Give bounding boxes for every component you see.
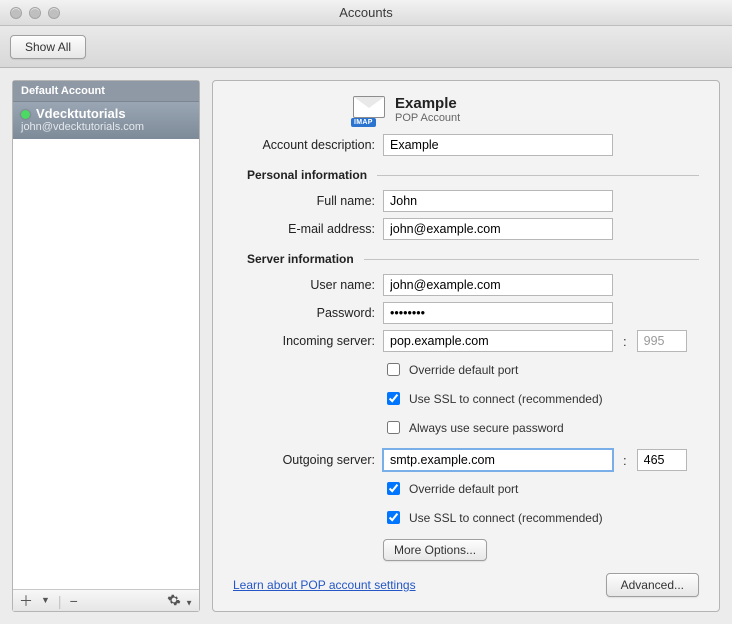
outgoing-port-separator: : [619, 453, 631, 468]
section-personal-info-label: Personal information [247, 168, 377, 182]
window-controls [0, 7, 60, 19]
section-server-info: Server information [247, 252, 699, 266]
chevron-down-icon: ▼ [185, 598, 193, 607]
panel-subtitle: POP Account [395, 112, 460, 124]
advanced-button[interactable]: Advanced... [606, 573, 699, 597]
label-incoming-server: Incoming server: [233, 334, 383, 348]
toolbar: Show All [0, 26, 732, 68]
sidebar-section-header: Default Account [13, 81, 199, 102]
incoming-secure-password-checkbox[interactable] [387, 421, 400, 434]
label-email-address: E-mail address: [233, 222, 383, 236]
panel-header: IMAP Example POP Account [353, 95, 699, 124]
label-account-description: Account description: [233, 138, 383, 152]
label-password: Password: [233, 306, 383, 320]
zoom-window-button[interactable] [48, 7, 60, 19]
outgoing-override-port-checkbox[interactable] [387, 482, 400, 495]
sidebar-account-item[interactable]: Vdecktutorials john@vdecktutorials.com [13, 102, 199, 139]
outgoing-use-ssl-checkbox[interactable] [387, 511, 400, 524]
close-window-button[interactable] [10, 7, 22, 19]
account-menu-dropdown[interactable]: ▼ [41, 596, 50, 605]
incoming-use-ssl-label: Use SSL to connect (recommended) [409, 392, 603, 406]
label-full-name: Full name: [233, 194, 383, 208]
incoming-server-input[interactable] [383, 330, 613, 352]
panel-title: Example [395, 95, 460, 112]
full-name-input[interactable] [383, 190, 613, 212]
show-all-button[interactable]: Show All [10, 35, 86, 59]
account-settings-panel: IMAP Example POP Account Account descrip… [212, 80, 720, 612]
incoming-override-port-label: Override default port [409, 363, 518, 377]
label-user-name: User name: [233, 278, 383, 292]
learn-about-pop-link[interactable]: Learn about POP account settings [233, 578, 416, 592]
remove-account-button[interactable]: − [70, 594, 78, 608]
content-area: Default Account Vdecktutorials john@vdec… [0, 68, 732, 624]
user-name-input[interactable] [383, 274, 613, 296]
incoming-use-ssl-checkbox[interactable] [387, 392, 400, 405]
password-input[interactable] [383, 302, 613, 324]
window-title: Accounts [0, 5, 732, 20]
accounts-sidebar: Default Account Vdecktutorials john@vdec… [12, 80, 200, 612]
label-outgoing-server: Outgoing server: [233, 453, 383, 467]
incoming-port-separator: : [619, 334, 631, 349]
outgoing-use-ssl-label: Use SSL to connect (recommended) [409, 511, 603, 525]
section-personal-info: Personal information [247, 168, 699, 182]
email-address-input[interactable] [383, 218, 613, 240]
gear-icon [167, 593, 181, 607]
outgoing-server-input[interactable] [383, 449, 613, 471]
section-server-info-label: Server information [247, 252, 364, 266]
more-options-button[interactable]: More Options... [383, 539, 487, 561]
add-account-button[interactable]: ＋ [19, 594, 33, 608]
account-description-input[interactable] [383, 134, 613, 156]
mail-imap-icon: IMAP [353, 96, 385, 124]
incoming-override-port-checkbox[interactable] [387, 363, 400, 376]
sidebar-footer: ＋ ▼ | − ▼ [13, 589, 199, 611]
account-name-label: Vdecktutorials [36, 106, 126, 121]
incoming-secure-password-label: Always use secure password [409, 421, 564, 435]
status-online-icon [21, 110, 30, 119]
minimize-window-button[interactable] [29, 7, 41, 19]
outgoing-override-port-label: Override default port [409, 482, 518, 496]
account-email-label: john@vdecktutorials.com [21, 121, 191, 133]
settings-gear-button[interactable]: ▼ [167, 593, 193, 609]
outgoing-port-input[interactable] [637, 449, 687, 471]
incoming-port-input[interactable] [637, 330, 687, 352]
window-titlebar: Accounts [0, 0, 732, 26]
